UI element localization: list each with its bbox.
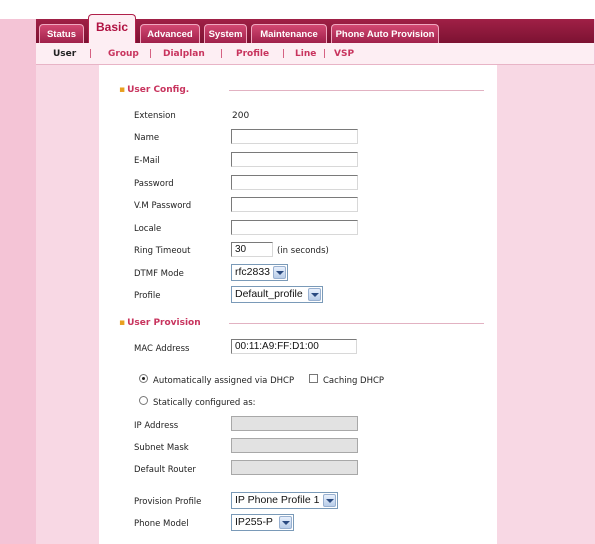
section-bullet-icon: ▪	[119, 85, 126, 95]
subnav-profile[interactable]: Profile	[236, 49, 269, 59]
default-router-field[interactable]	[231, 460, 358, 475]
dropdown-arrow-icon[interactable]	[273, 266, 286, 279]
user-config-title-text: User Config.	[127, 85, 190, 95]
left-side-band	[36, 65, 99, 544]
auto-dhcp-radio[interactable]	[139, 374, 148, 383]
phone-model-selected-value: IP255-P	[235, 516, 273, 528]
provision-profile-label: Provision Profile	[134, 497, 202, 507]
password-label: Password	[134, 179, 174, 189]
subnav-separator: |	[89, 49, 93, 59]
locale-label: Locale	[134, 224, 162, 234]
default-router-label: Default Router	[134, 465, 196, 475]
ip-address-label: IP Address	[134, 421, 179, 431]
subnav-dialplan[interactable]: Dialplan	[163, 49, 205, 59]
user-config-title: ▪ User Config.	[119, 85, 189, 95]
profile-selected-value: Default_profile	[235, 288, 303, 300]
section-divider	[229, 323, 484, 324]
extension-label: Extension	[134, 111, 176, 121]
dtmf-mode-selected-value: rfc2833	[235, 266, 271, 278]
dropdown-arrow-icon[interactable]	[279, 516, 292, 529]
subnav-group[interactable]: Group	[108, 49, 139, 59]
mac-address-field[interactable]: 00:11:A9:FF:D1:00	[231, 339, 357, 354]
subnav-separator: |	[323, 49, 327, 59]
tab-phone-auto-provision[interactable]: Phone Auto Provision	[331, 24, 439, 43]
subnav-separator: |	[149, 49, 153, 59]
user-provision-title: ▪ User Provision	[119, 318, 201, 328]
vm-password-label: V.M Password	[134, 201, 192, 211]
password-field[interactable]	[231, 175, 358, 190]
subnav-separator: |	[220, 49, 224, 59]
provision-profile-select[interactable]: IP Phone Profile 1	[231, 492, 338, 509]
right-side-band	[497, 65, 595, 544]
vm-password-field[interactable]	[231, 197, 358, 212]
profile-label: Profile	[134, 291, 161, 301]
phone-model-label: Phone Model	[134, 519, 189, 529]
tab-advanced[interactable]: Advanced	[140, 24, 200, 43]
phone-model-select[interactable]: IP255-P	[231, 514, 294, 531]
mac-address-label: MAC Address	[134, 344, 190, 354]
static-config-radio[interactable]	[139, 396, 148, 405]
subnet-mask-label: Subnet Mask	[134, 443, 189, 453]
tab-system[interactable]: System	[204, 24, 247, 43]
ip-address-field[interactable]	[231, 416, 358, 431]
caching-dhcp-checkbox[interactable]	[309, 374, 318, 383]
tab-maintenance[interactable]: Maintenance	[251, 24, 327, 43]
caching-dhcp-label: Caching DHCP	[323, 376, 385, 386]
dropdown-arrow-icon[interactable]	[308, 288, 321, 301]
subnav-user[interactable]: User	[53, 49, 76, 59]
provision-profile-selected-value: IP Phone Profile 1	[235, 494, 320, 506]
subnav-vsp[interactable]: VSP	[334, 49, 354, 59]
name-field[interactable]	[231, 129, 358, 144]
tab-basic[interactable]: Basic	[88, 14, 136, 44]
static-config-label: Statically configured as:	[153, 398, 256, 408]
settings-panel: ▪ User Config. Extension 200 Name E-Mail …	[99, 65, 497, 544]
tab-status[interactable]: Status	[39, 24, 84, 43]
subnet-mask-field[interactable]	[231, 438, 358, 453]
section-bullet-icon: ▪	[119, 318, 126, 328]
ring-timeout-unit: (in seconds)	[277, 246, 329, 256]
sub-navigation: User | Group | Dialplan | Profile | Line…	[36, 43, 594, 65]
main-tab-bar: Status Basic Advanced System Maintenance…	[36, 14, 594, 44]
profile-select[interactable]: Default_profile	[231, 286, 323, 303]
email-field[interactable]	[231, 152, 358, 167]
dtmf-mode-select[interactable]: rfc2833	[231, 264, 288, 281]
auto-dhcp-label: Automatically assigned via DHCP	[153, 376, 295, 386]
subnav-line[interactable]: Line	[295, 49, 316, 59]
dropdown-arrow-icon[interactable]	[323, 494, 336, 507]
subnav-separator: |	[282, 49, 286, 59]
dtmf-mode-label: DTMF Mode	[134, 269, 184, 279]
locale-field[interactable]	[231, 220, 358, 235]
ring-timeout-label: Ring Timeout	[134, 246, 191, 256]
name-label: Name	[134, 133, 160, 143]
section-divider	[229, 90, 484, 91]
ring-timeout-field[interactable]: 30	[231, 242, 273, 257]
user-provision-title-text: User Provision	[127, 318, 201, 328]
email-label: E-Mail	[134, 156, 160, 166]
extension-value: 200	[232, 111, 250, 121]
